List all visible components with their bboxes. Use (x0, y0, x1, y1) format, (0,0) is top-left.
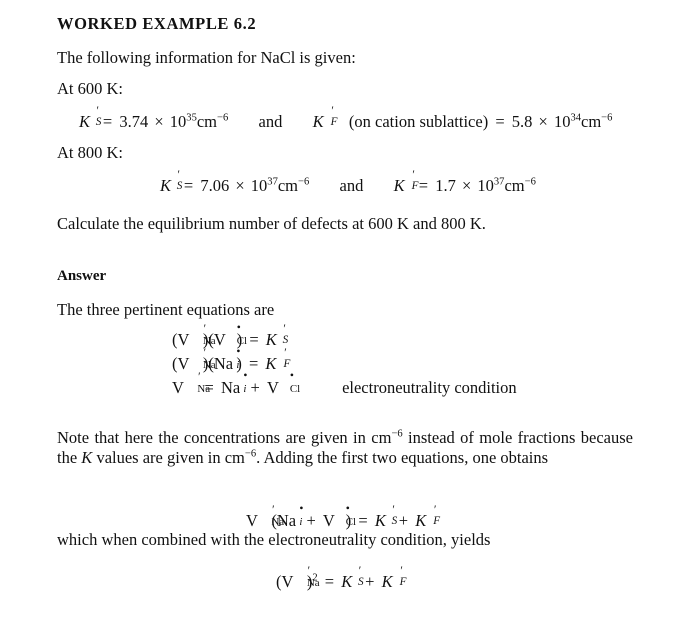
page-title: WORKED EXAMPLE 6.2 (57, 14, 257, 33)
equation-sum: V′NaNa(Na•ii + V•ClCl) = K′SS + K′FF (246, 502, 441, 531)
times-sign-2: × (538, 112, 548, 131)
times-sign-3: × (235, 176, 245, 195)
exp-minus-6: −6 (244, 448, 257, 460)
ks-symbol-600k: K′SS (79, 105, 102, 131)
equals-sign-5: = (249, 330, 259, 349)
ks-symbol-eq1: K′SS (265, 323, 289, 349)
ks-symbol-eq4: K′SS (374, 504, 398, 530)
equals-sign-2: = (495, 112, 505, 131)
equals-sign-9: = (324, 572, 335, 591)
vacancy-na-5: V′NaNa (281, 564, 320, 591)
equals-sign: = (102, 112, 113, 131)
answer-heading: Answer (57, 268, 107, 284)
task-statement: Calculate the equilibrium number of defe… (57, 214, 486, 233)
vacancy-na-4: V′NaNa (246, 503, 285, 530)
equals-sign-8: = (358, 511, 368, 530)
equation-schottky: (V′NaNa)(V•ClCl) = K′SS (172, 321, 289, 350)
times-sign: × (154, 112, 164, 131)
three-equations-lead: The three pertinent equations are (57, 300, 275, 319)
intro-paragraph: The following information for NaCl is gi… (57, 48, 356, 67)
kf-unit-800k: cm−6 (504, 176, 536, 195)
ks-unit-600k: cm−6 (196, 112, 229, 131)
equation-800k: K′SS = 7.06 × 1037cm−6 and K′FF = 1.7 × … (160, 169, 536, 196)
combined-lead: which when combined with the electroneut… (57, 530, 491, 549)
document-page: WORKED EXAMPLE 6.2 The following informa… (0, 0, 684, 621)
conjunction-800k: and (339, 176, 364, 195)
plus-sign-2: + (306, 511, 316, 530)
ks-power-600k: 1035 (169, 112, 197, 131)
vacancy-na-1: V′NaNa (177, 322, 216, 349)
ks-symbol-800k: K′SS (160, 169, 183, 195)
equation-frenkel: (V′NaNa)(Na•ii) = K′FF (172, 345, 291, 374)
equation-squared: (V′NaNa)2 = K′SS + K′FF (276, 564, 407, 592)
kf-symbol-600k: K′FF (312, 105, 338, 131)
interstitial-na-3: Na•ii (276, 502, 304, 530)
times-sign-4: × (461, 176, 472, 195)
temperature-label-600k: At 600 K: (57, 79, 123, 98)
vacancy-cl-1: V•ClCl (213, 321, 248, 349)
interstitial-na-2: Na•ii (220, 369, 248, 397)
kf-symbol-eq5: K′FF (381, 565, 407, 591)
conjunction-600k: and (258, 112, 283, 131)
kf-value-800k: 1.7 (435, 176, 456, 195)
kf-symbol-eq2: K′FF (265, 347, 291, 373)
kf-power-800k: 1037 (477, 176, 505, 195)
kf-value-600k: 5.8 (511, 112, 533, 131)
exp-minus-3: −6 (391, 428, 403, 440)
equals-sign-6: = (248, 354, 259, 373)
note-paragraph: Note that here the concentrations are gi… (57, 428, 633, 467)
plus-sign-3: + (398, 511, 409, 530)
plus-sign-1: + (250, 378, 260, 397)
k-symbol-inline: K (81, 448, 93, 467)
plus-sign-4: + (365, 572, 375, 591)
ks-value-800k: 7.06 (200, 176, 230, 195)
ks-unit-800k: cm−6 (277, 176, 310, 195)
temperature-label-800k: At 800 K: (57, 143, 123, 162)
ks-symbol-eq5: K′SS (341, 565, 364, 591)
vacancy-na-3: V′NaNa (172, 370, 211, 397)
kf-unit-600k: cm−6 (581, 112, 613, 131)
interstitial-na-1: Na•ii (213, 345, 241, 373)
kf-symbol-eq4: K′FF (415, 504, 441, 530)
electroneutrality-caption: electroneutrality condition (342, 378, 517, 397)
kf-qualifier-600k: (on cation sublattice) (348, 112, 489, 131)
equation-600k: K′SS = 3.74 × 1035cm−6 and K′FF (on cati… (79, 105, 613, 132)
equation-electroneutrality: V′NaNa = Na•ii + V•ClCl electroneutralit… (172, 369, 517, 398)
equals-sign-3: = (183, 176, 194, 195)
vacancy-cl-2: V•ClCl (266, 369, 301, 397)
ks-value-600k: 3.74 (119, 112, 149, 131)
kf-symbol-800k: K′FF (393, 169, 419, 195)
kf-power-600k: 1034 (553, 112, 581, 131)
vacancy-cl-3: V•ClCl (322, 502, 357, 530)
ks-power-800k: 1037 (250, 176, 278, 195)
